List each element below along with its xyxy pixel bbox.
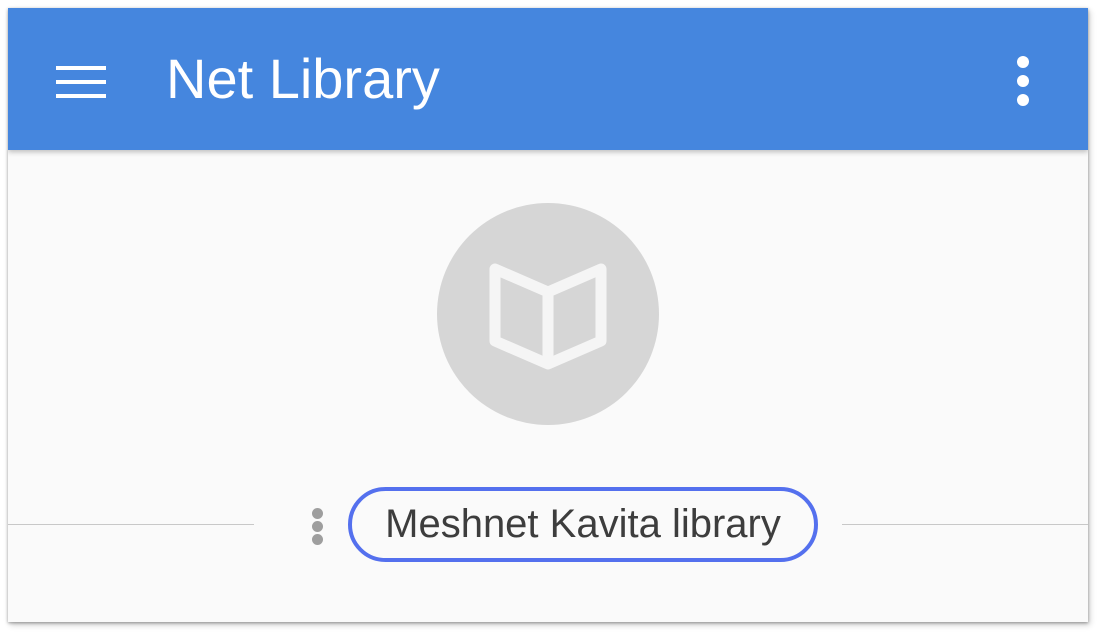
open-book-icon <box>489 263 607 370</box>
library-avatar <box>437 203 659 425</box>
library-name-chip[interactable]: Meshnet Kavita library <box>348 487 818 562</box>
library-options-icon[interactable] <box>308 504 328 548</box>
app-bar: Net Library <box>8 8 1088 150</box>
hamburger-menu-icon[interactable] <box>48 50 110 112</box>
more-vert-icon[interactable] <box>1006 48 1042 114</box>
divider-left <box>8 524 254 525</box>
app-title: Net Library <box>166 47 440 110</box>
app-window: Net Library Meshnet Kavita library <box>8 8 1088 622</box>
divider-right <box>842 524 1088 525</box>
